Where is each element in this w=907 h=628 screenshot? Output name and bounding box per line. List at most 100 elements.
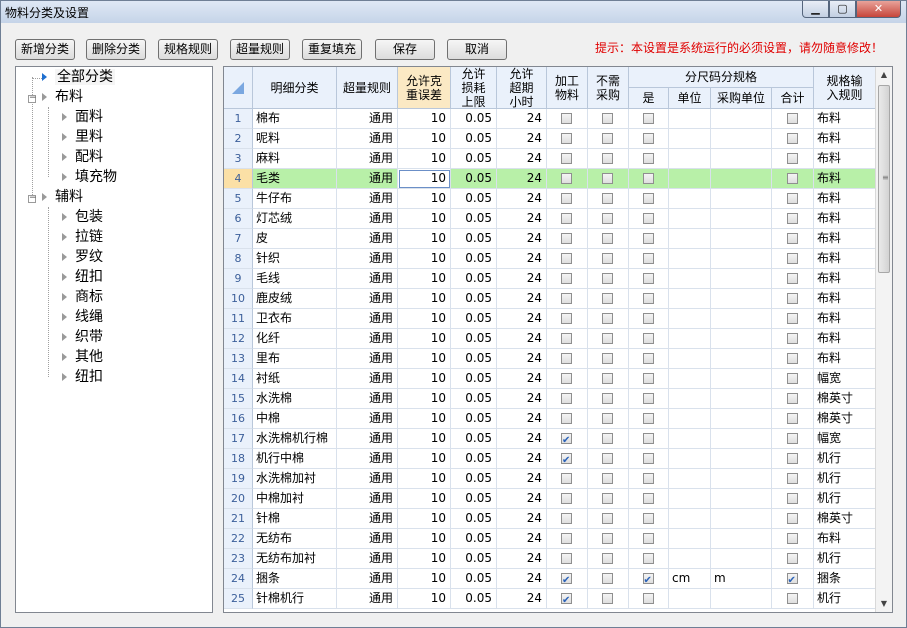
checkbox-process[interactable] xyxy=(561,193,572,204)
checkbox-yes[interactable] xyxy=(642,433,654,444)
checkbox-yes[interactable] xyxy=(642,413,654,424)
table-row[interactable]: 23 无纺布加衬 通用 10 0.05 24 机行 xyxy=(224,549,876,569)
cell-rule[interactable]: 布料 xyxy=(814,209,876,229)
checkbox-process[interactable] xyxy=(561,493,572,504)
cell-rule[interactable]: 捆条 xyxy=(814,569,876,589)
checkbox-total[interactable] xyxy=(786,213,798,224)
cell-hours[interactable]: 24 xyxy=(497,529,547,549)
material-grid[interactable]: 明细分类 超量规则 允许克重误差 允许损耗上限 允许超期小时 加工物料 不需采购… xyxy=(223,66,893,613)
cell-punit[interactable] xyxy=(711,549,772,569)
cell-over[interactable]: 通用 xyxy=(337,509,398,529)
cell-unit[interactable] xyxy=(669,489,711,509)
checkbox-yes[interactable] xyxy=(642,153,654,164)
checkbox-yes[interactable] xyxy=(642,273,654,284)
checkbox-yes[interactable] xyxy=(642,571,654,588)
cell-loss[interactable]: 0.05 xyxy=(451,449,497,469)
tree-node-fabric-1[interactable]: 里料 xyxy=(62,128,103,147)
cell-punit[interactable] xyxy=(711,449,772,469)
col-header-loss-limit[interactable]: 允许损耗上限 xyxy=(451,67,497,109)
cell-no[interactable]: 20 xyxy=(224,489,253,509)
cell-punit[interactable] xyxy=(711,249,772,269)
cell-no[interactable]: 24 xyxy=(224,569,253,589)
cell-punit[interactable] xyxy=(711,489,772,509)
cell-rule[interactable]: 布料 xyxy=(814,269,876,289)
cell-unit[interactable] xyxy=(669,309,711,329)
cell-unit[interactable] xyxy=(669,349,711,369)
cell-over[interactable]: 通用 xyxy=(337,269,398,289)
cell-hours[interactable]: 24 xyxy=(497,329,547,349)
table-row[interactable]: 9 毛线 通用 10 0.05 24 布料 xyxy=(224,269,876,289)
checkbox-process[interactable] xyxy=(561,113,572,124)
cell-over[interactable]: 通用 xyxy=(337,429,398,449)
cell-loss[interactable]: 0.05 xyxy=(451,349,497,369)
checkbox-nopurchase[interactable] xyxy=(602,573,613,584)
checkbox-nopurchase[interactable] xyxy=(602,173,613,184)
cell-unit[interactable]: cm xyxy=(669,569,711,589)
tree-node-root[interactable]: 全部分类 xyxy=(42,68,115,87)
cell-punit[interactable] xyxy=(711,129,772,149)
checkbox-nopurchase[interactable] xyxy=(602,593,613,604)
cell-unit[interactable] xyxy=(669,289,711,309)
table-row[interactable]: 14 衬纸 通用 10 0.05 24 幅宽 xyxy=(224,369,876,389)
col-header-input-rule[interactable]: 规格输入规则 xyxy=(814,67,876,109)
checkbox-total[interactable] xyxy=(786,571,798,588)
maximize-button[interactable]: ▢ xyxy=(829,1,856,18)
cell-punit[interactable] xyxy=(711,189,772,209)
cell-unit[interactable] xyxy=(669,229,711,249)
cell-hours[interactable]: 24 xyxy=(497,309,547,329)
checkbox-nopurchase[interactable] xyxy=(602,513,613,524)
cell-rule[interactable]: 机行 xyxy=(814,489,876,509)
checkbox-total[interactable] xyxy=(786,293,798,304)
checkbox-process[interactable] xyxy=(561,253,572,264)
checkbox-process[interactable] xyxy=(561,553,572,564)
checkbox-total[interactable] xyxy=(786,153,798,164)
checkbox-yes[interactable] xyxy=(642,533,654,544)
tree-node-fabric-2[interactable]: 配料 xyxy=(62,148,103,167)
checkbox-nopurchase[interactable] xyxy=(602,153,613,164)
cell-rule[interactable]: 布料 xyxy=(814,229,876,249)
cell-hours[interactable]: 24 xyxy=(497,149,547,169)
cell-name[interactable]: 水洗棉机行棉 xyxy=(253,429,337,449)
tree-node-fabric-0[interactable]: 面料 xyxy=(62,108,103,127)
cell-loss[interactable]: 0.05 xyxy=(451,229,497,249)
cell-over[interactable]: 通用 xyxy=(337,369,398,389)
checkbox-total[interactable] xyxy=(786,373,798,384)
checkbox-yes[interactable] xyxy=(642,393,654,404)
col-header-name[interactable]: 明细分类 xyxy=(253,67,337,109)
table-row[interactable]: 3 麻料 通用 10 0.05 24 布料 xyxy=(224,149,876,169)
checkbox-nopurchase[interactable] xyxy=(602,293,613,304)
cell-no[interactable]: 6 xyxy=(224,209,253,229)
cell-weight[interactable]: 10 xyxy=(398,369,451,389)
cell-punit[interactable]: m xyxy=(711,569,772,589)
checkbox-total[interactable] xyxy=(786,433,798,444)
cell-hours[interactable]: 24 xyxy=(497,569,547,589)
checkbox-process[interactable] xyxy=(561,153,572,164)
cell-unit[interactable] xyxy=(669,149,711,169)
cell-over[interactable]: 通用 xyxy=(337,289,398,309)
cell-weight[interactable]: 10 xyxy=(398,289,451,309)
table-row[interactable]: 7 皮通用 10 0.05 24 布料 xyxy=(224,229,876,249)
col-header-unit[interactable]: 单位 xyxy=(669,88,711,109)
cell-over[interactable]: 通用 xyxy=(337,549,398,569)
cell-unit[interactable] xyxy=(669,209,711,229)
cell-rule[interactable]: 布料 xyxy=(814,249,876,269)
cell-name[interactable]: 鹿皮绒 xyxy=(253,289,337,309)
checkbox-process[interactable] xyxy=(561,133,572,144)
table-row[interactable]: 5 牛仔布 通用 10 0.05 24 布料 xyxy=(224,189,876,209)
cell-unit[interactable] xyxy=(669,129,711,149)
cell-hours[interactable]: 24 xyxy=(497,489,547,509)
checkbox-process[interactable] xyxy=(561,451,572,468)
checkbox-nopurchase[interactable] xyxy=(602,273,613,284)
checkbox-process[interactable] xyxy=(561,393,572,404)
cell-no[interactable]: 18 xyxy=(224,449,253,469)
cell-weight[interactable]: 10 xyxy=(398,589,451,609)
cell-no[interactable]: 21 xyxy=(224,509,253,529)
cell-weight[interactable]: 10 xyxy=(398,429,451,449)
cell-name[interactable]: 机行中棉 xyxy=(253,449,337,469)
checkbox-total[interactable] xyxy=(786,173,798,184)
col-header-size-group[interactable]: 分尺码分规格 xyxy=(629,67,814,88)
tree-node-fabric-3[interactable]: 填充物 xyxy=(62,168,117,187)
cell-weight[interactable]: 10 xyxy=(398,329,451,349)
checkbox-process[interactable] xyxy=(561,513,572,524)
cell-over[interactable]: 通用 xyxy=(337,309,398,329)
